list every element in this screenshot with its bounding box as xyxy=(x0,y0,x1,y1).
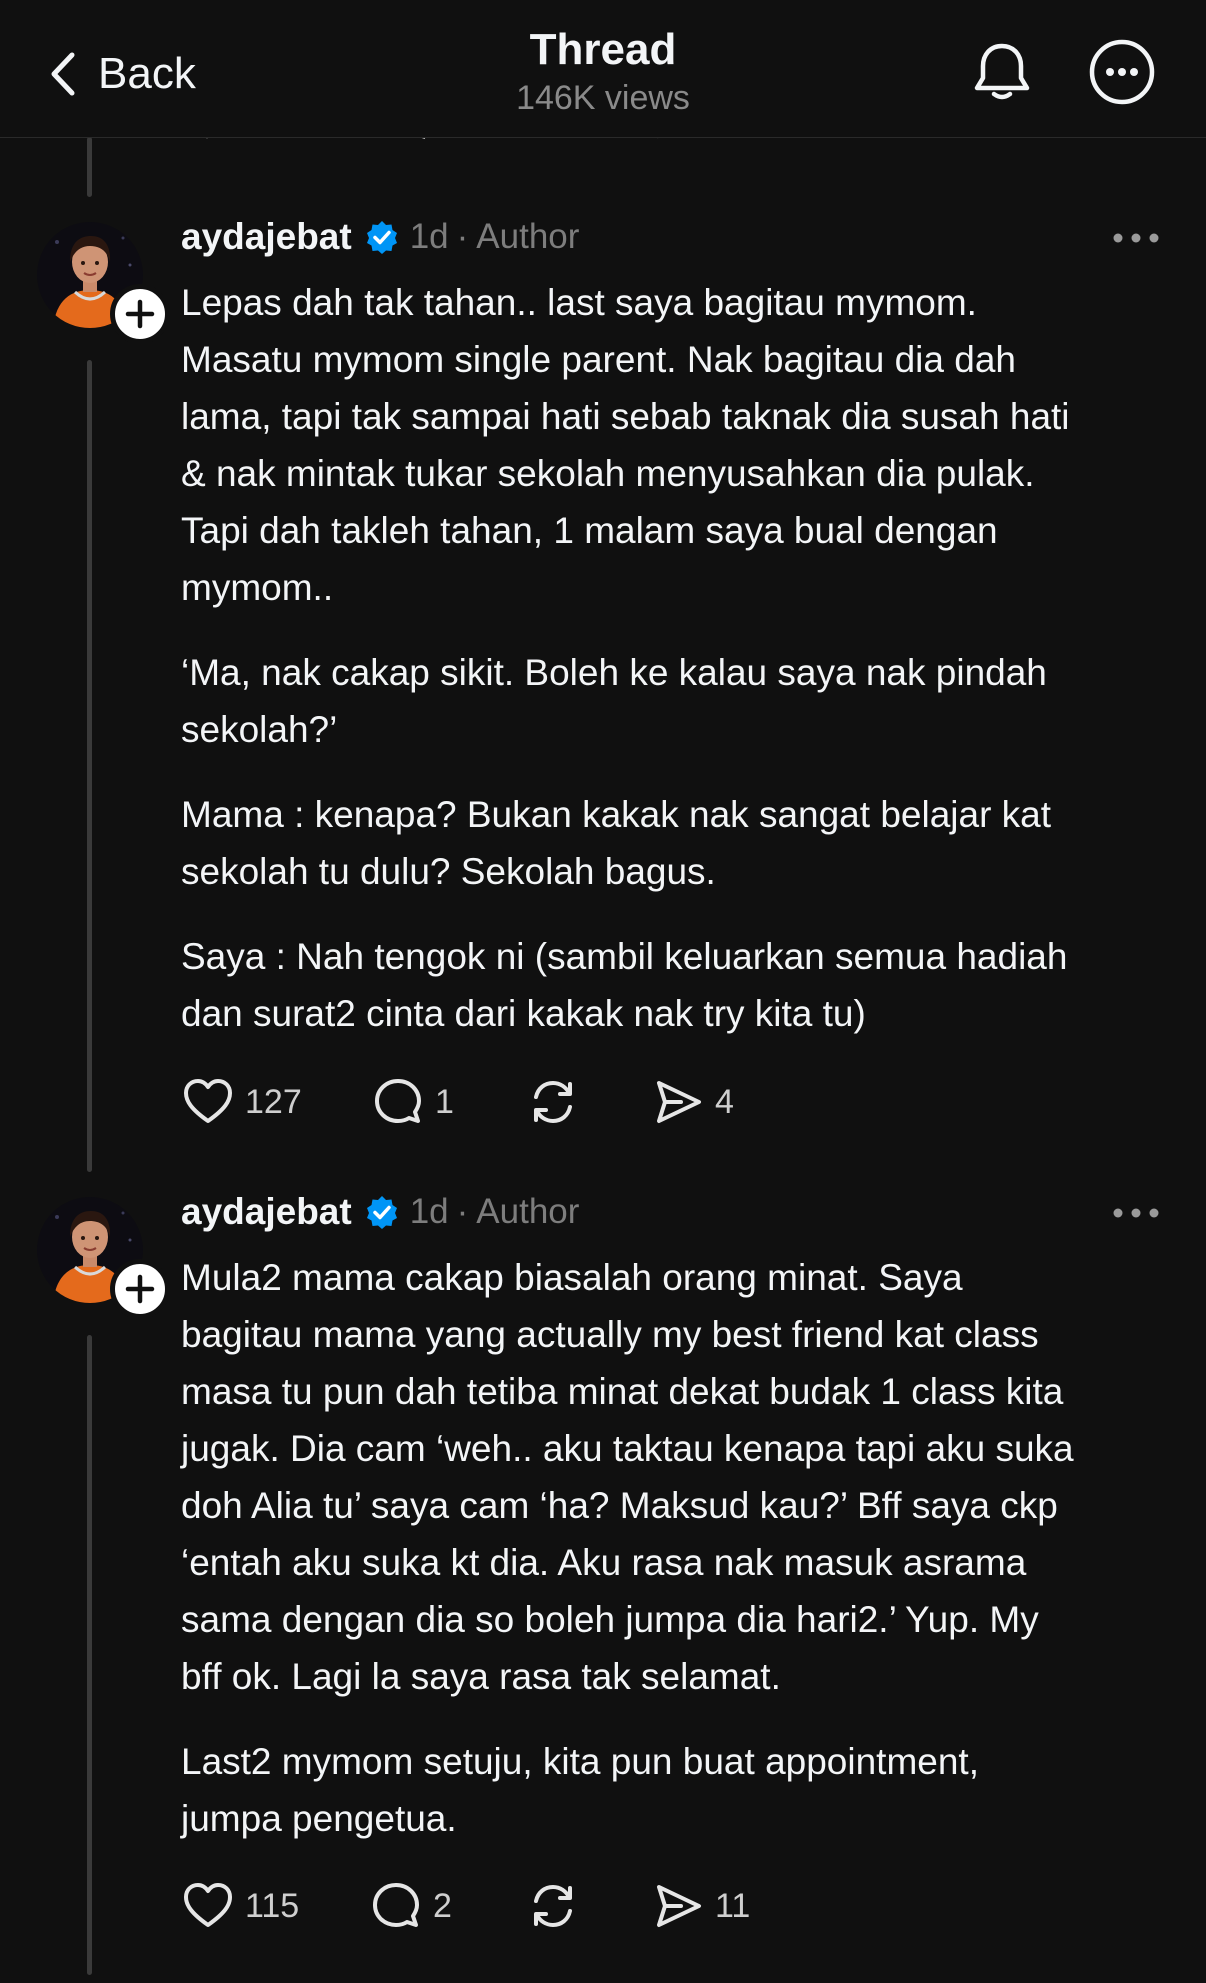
repost-button[interactable] xyxy=(526,1874,580,1938)
follow-button[interactable] xyxy=(110,284,170,344)
back-label: Back xyxy=(98,49,196,98)
post-paragraph: Lepas dah tak tahan.. last saya bagitau … xyxy=(181,282,1070,608)
comment-icon xyxy=(373,1883,419,1927)
share-button[interactable]: 4 xyxy=(651,1070,734,1134)
like-button[interactable]: 127 xyxy=(181,1070,302,1134)
view-count: 146K views xyxy=(516,79,690,117)
post-paragraph: ‘Ma, nak cakap sikit. Boleh ke kalau say… xyxy=(181,652,1047,750)
post-paragraph: Mama : kenapa? Bukan kakak nak sangat be… xyxy=(181,794,1052,892)
post-options-button[interactable] xyxy=(1112,1203,1160,1223)
more-horizontal-icon xyxy=(1113,233,1159,243)
meta-separator: · xyxy=(456,1192,469,1231)
share-count: 11 xyxy=(715,1886,751,1925)
thread-header: Back Thread 146K views xyxy=(0,0,1206,138)
thread-options-button[interactable] xyxy=(1086,36,1158,108)
chevron-left-icon xyxy=(51,52,75,96)
share-count: 4 xyxy=(715,1082,734,1121)
like-button[interactable]: 115 xyxy=(181,1874,299,1938)
verified-badge-icon xyxy=(366,1196,397,1229)
repost-icon xyxy=(534,1884,572,1928)
thread-line-top xyxy=(87,137,92,197)
post-body: Mula2 mama cakap biasalah orang minat. S… xyxy=(181,1249,1171,1875)
meta-separator: · xyxy=(456,217,469,256)
author-label: Author xyxy=(476,217,580,256)
follow-button[interactable] xyxy=(110,1259,170,1319)
post-meta: aydajebat 1d · Author xyxy=(181,212,579,262)
like-count: 115 xyxy=(245,1886,300,1925)
reply-button[interactable]: 1 xyxy=(371,1070,454,1134)
post-paragraph: Saya : Nah tengok ni (sambil keluarkan s… xyxy=(181,936,1068,1034)
plus-icon xyxy=(125,1274,155,1304)
bell-icon xyxy=(974,43,1030,100)
repost-icon xyxy=(534,1080,572,1124)
username[interactable]: aydajebat xyxy=(181,216,352,258)
post-time: 1d xyxy=(409,1192,449,1231)
comment-icon xyxy=(375,1079,421,1123)
author-label: Author xyxy=(476,1192,580,1231)
post-options-button[interactable] xyxy=(1112,228,1160,248)
header-title-block: Thread 146K views xyxy=(403,22,803,118)
post-paragraph: Last2 mymom setuju, kita pun buat appoin… xyxy=(181,1741,979,1839)
more-horizontal-icon xyxy=(1113,1208,1159,1218)
reply-count: 1 xyxy=(435,1082,454,1121)
plus-icon xyxy=(125,299,155,329)
post-meta: aydajebat 1d · Author xyxy=(181,1187,579,1237)
like-count: 127 xyxy=(245,1082,302,1121)
post-paragraph: Mula2 mama cakap biasalah orang minat. S… xyxy=(181,1257,1074,1697)
notifications-button[interactable] xyxy=(966,36,1038,108)
post-actions: 115 2 11 xyxy=(181,1874,881,1938)
post-actions: 127 1 4 xyxy=(181,1070,881,1134)
reply-count: 2 xyxy=(433,1886,452,1925)
thread-line-post-1 xyxy=(87,360,92,1172)
post-time: 1d xyxy=(409,217,449,256)
page-title: Thread xyxy=(529,25,677,74)
heart-icon xyxy=(184,1079,232,1123)
send-icon xyxy=(657,1885,701,1927)
send-icon xyxy=(657,1081,701,1123)
more-circle-icon xyxy=(1089,39,1155,105)
username[interactable]: aydajebat xyxy=(181,1191,352,1233)
share-button[interactable]: 11 xyxy=(651,1874,750,1938)
back-button[interactable]: Back xyxy=(44,44,196,104)
thread-line-post-2 xyxy=(87,1335,92,1975)
post-body: Lepas dah tak tahan.. last saya bagitau … xyxy=(181,274,1171,1070)
verified-badge-icon xyxy=(366,221,397,254)
heart-icon xyxy=(184,1883,232,1927)
reply-button[interactable]: 2 xyxy=(369,1874,452,1938)
repost-button[interactable] xyxy=(526,1070,580,1134)
